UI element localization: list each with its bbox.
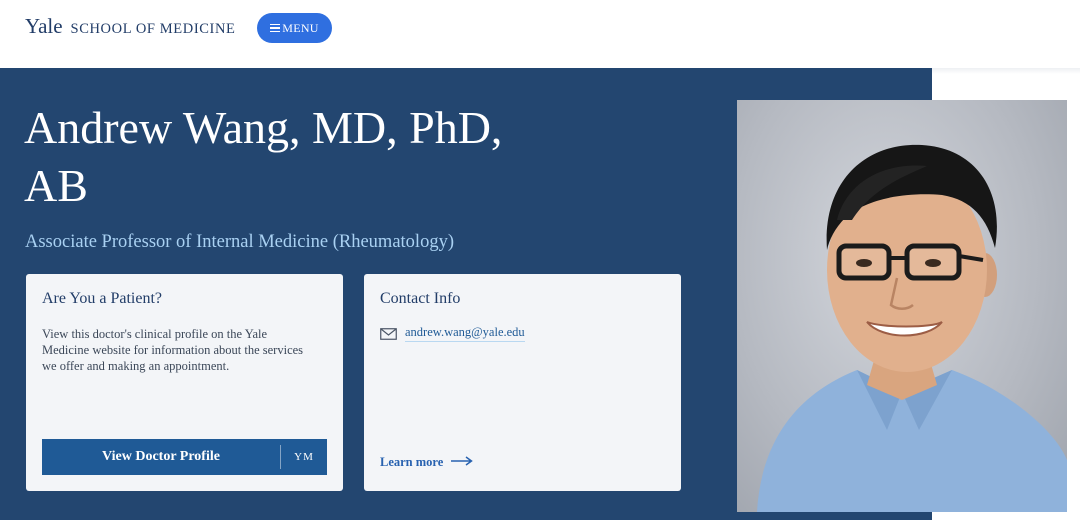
yale-school-of-medicine-logo[interactable]: Yale SCHOOL OF MEDICINE: [25, 14, 235, 39]
menu-button[interactable]: MENU: [257, 13, 332, 43]
site-header: Yale SCHOOL OF MEDICINE MENU: [0, 0, 1080, 68]
patient-card: Are You a Patient? View this doctor's cl…: [26, 274, 343, 491]
arrow-right-icon: [451, 455, 474, 470]
menu-label: MENU: [282, 20, 319, 35]
contact-card: Contact Info andrew.wang@yale.edu Learn …: [364, 274, 681, 491]
profile-name: Andrew Wang, MD, PhD, AB: [24, 99, 584, 215]
brand-school: SCHOOL OF MEDICINE: [70, 21, 236, 37]
mail-icon: [380, 327, 397, 340]
profile-title: Associate Professor of Internal Medicine…: [25, 232, 454, 252]
patient-card-text: View this doctor's clinical profile on t…: [42, 327, 304, 373]
profile-name-line1: Andrew Wang, MD, PhD,: [24, 102, 503, 153]
menu-icon: [270, 23, 281, 33]
patient-card-heading: Are You a Patient?: [42, 290, 162, 307]
contact-card-heading: Contact Info: [380, 290, 461, 307]
email-link[interactable]: andrew.wang@yale.edu: [405, 325, 525, 342]
yale-medicine-mark: YM: [294, 451, 314, 463]
view-doctor-profile-button[interactable]: View Doctor Profile YM: [42, 439, 327, 475]
brand-yale: Yale: [25, 14, 63, 38]
email-row: andrew.wang@yale.edu: [380, 325, 525, 342]
profile-photo: [737, 100, 1067, 512]
learn-more-label: Learn more: [380, 455, 444, 469]
view-doctor-profile-label: View Doctor Profile: [102, 449, 220, 464]
profile-name-line2: AB: [24, 160, 88, 211]
learn-more-link[interactable]: Learn more: [380, 455, 474, 470]
